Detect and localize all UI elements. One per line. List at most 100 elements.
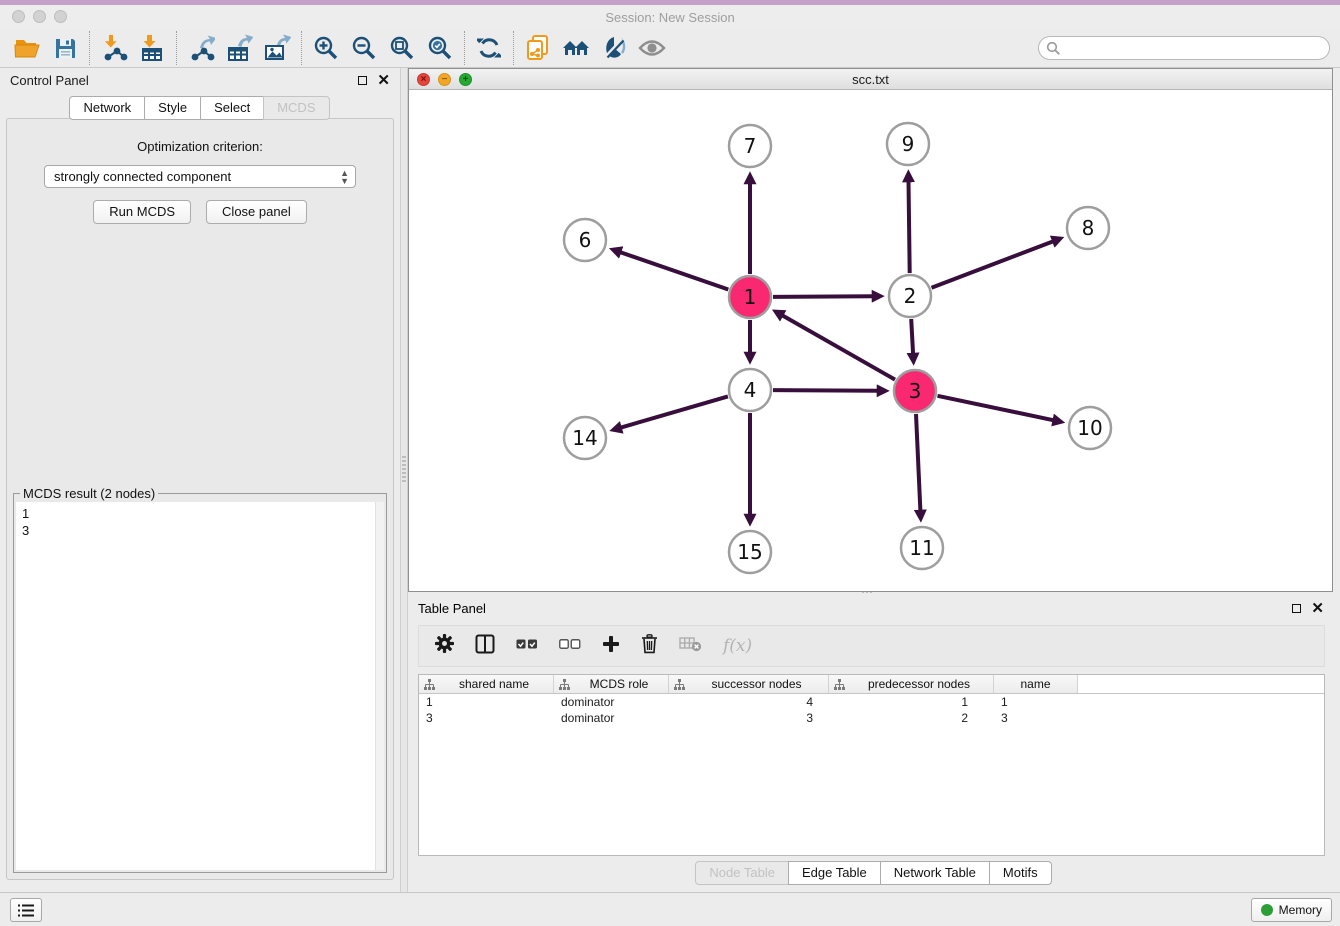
delete-column-icon[interactable] [679, 636, 702, 657]
graph-edge-4-3[interactable] [773, 390, 878, 391]
column-header-predecessor-nodes[interactable]: predecessor nodes [829, 675, 994, 693]
column-header-successor-nodes[interactable]: successor nodes [669, 675, 829, 693]
graph-edge-3-1[interactable] [782, 315, 895, 379]
eye-visibility-icon[interactable] [633, 31, 671, 65]
delete-trash-icon[interactable] [641, 634, 658, 659]
graph-edge-1-2[interactable] [773, 296, 873, 297]
graph-edge-1-6[interactable] [620, 252, 728, 289]
cell-name: 1 [994, 694, 1078, 710]
network-minimize-icon[interactable]: − [438, 73, 451, 86]
table-row[interactable]: 3 dominator 3 2 3 [419, 710, 1324, 726]
result-scrollbar[interactable] [375, 502, 384, 870]
splitter-grip[interactable] [402, 456, 406, 482]
run-mcds-button[interactable]: Run MCDS [93, 200, 191, 224]
table-toolbar: f(x) [418, 625, 1325, 667]
paint-details-icon[interactable] [595, 31, 633, 65]
control-panel-tabs: Network Style Select MCDS [0, 96, 400, 120]
mcds-result-fieldset: MCDS result (2 nodes) 1 3 [13, 493, 387, 873]
tab-mcds[interactable]: MCDS [263, 96, 329, 120]
graph-edge-3-10[interactable] [938, 396, 1054, 421]
tab-network-table[interactable]: Network Table [880, 861, 990, 885]
task-history-button[interactable] [10, 898, 42, 922]
graph-edge-2-8[interactable] [932, 241, 1054, 288]
maximize-window-button[interactable] [54, 10, 67, 23]
graph-node-label-9: 9 [902, 132, 915, 156]
graph-node-label-10: 10 [1077, 416, 1102, 440]
close-panel-icon[interactable]: ✕ [377, 73, 390, 88]
column-header-name[interactable]: name [994, 675, 1078, 693]
open-folder-icon[interactable] [8, 31, 46, 65]
function-builder-icon[interactable]: f(x) [723, 636, 752, 656]
mcds-result-box[interactable]: 1 3 [16, 502, 384, 870]
table-panel: Table Panel ✕ f(x) [408, 595, 1340, 892]
table-settings-gear-icon[interactable] [435, 634, 454, 658]
import-table-icon[interactable] [133, 31, 171, 65]
select-stepper-icon: ▲▼ [340, 169, 349, 185]
tab-node-table[interactable]: Node Table [695, 861, 789, 885]
refresh-icon[interactable] [470, 31, 508, 65]
control-panel-title: Control Panel [10, 73, 89, 88]
graph-edge-3-11[interactable] [916, 414, 920, 511]
network-view-window: × − + scc.txt 7968124314101511 [408, 68, 1333, 592]
tab-network[interactable]: Network [69, 96, 145, 120]
export-table-icon[interactable] [220, 31, 258, 65]
graph-edge-2-9[interactable] [909, 181, 910, 273]
save-icon[interactable] [46, 31, 84, 65]
tab-style[interactable]: Style [144, 96, 201, 120]
import-network-icon[interactable] [95, 31, 133, 65]
close-window-button[interactable] [12, 10, 25, 23]
table-row[interactable]: 1 dominator 4 1 1 [419, 694, 1324, 710]
tab-edge-table[interactable]: Edge Table [788, 861, 881, 885]
minimize-window-button[interactable] [33, 10, 46, 23]
add-column-icon[interactable] [602, 635, 620, 658]
select-all-checks-icon[interactable] [516, 637, 538, 655]
graph-node-label-11: 11 [909, 536, 934, 560]
columns-icon[interactable] [475, 634, 495, 659]
criterion-select[interactable]: strongly connected component ▲▼ [44, 165, 356, 188]
attribute-tree-icon [424, 679, 435, 690]
zoom-out-icon[interactable] [345, 31, 383, 65]
mcds-tab-content: Optimization criterion: strongly connect… [6, 118, 394, 880]
network-graph[interactable]: 7968124314101511 [409, 90, 1332, 591]
graph-edge-2-3[interactable] [911, 319, 913, 354]
graph-node-label-14: 14 [572, 426, 597, 450]
app-titlebar: Session: New Session [0, 5, 1340, 29]
criterion-selected-value: strongly connected component [54, 169, 231, 184]
tab-motifs[interactable]: Motifs [989, 861, 1052, 885]
zoom-in-icon[interactable] [307, 31, 345, 65]
network-maximize-icon[interactable]: + [459, 73, 472, 86]
zoom-selected-icon[interactable] [421, 31, 459, 65]
cell-predecessor-nodes: 1 [829, 694, 994, 710]
table-panel-title: Table Panel [418, 601, 486, 616]
export-image-icon[interactable] [258, 31, 296, 65]
network-close-icon[interactable]: × [417, 73, 430, 86]
network-window-titlebar[interactable]: × − + scc.txt [409, 69, 1332, 90]
network-canvas[interactable]: 7968124314101511 [409, 90, 1332, 591]
mcds-result-title: MCDS result (2 nodes) [20, 486, 158, 501]
table-header-row: shared name MCDS role successor nodes pr… [419, 675, 1324, 694]
vertical-splitter[interactable] [400, 68, 408, 892]
export-network-icon[interactable] [182, 31, 220, 65]
deselect-checks-icon[interactable] [559, 637, 581, 655]
cell-mcds-role: dominator [554, 710, 669, 726]
zoom-fit-icon[interactable] [383, 31, 421, 65]
home-neighborhood-icon[interactable] [557, 31, 595, 65]
toolbar-separator [513, 31, 514, 65]
close-panel-button[interactable]: Close panel [206, 200, 307, 224]
graph-node-label-15: 15 [737, 540, 762, 564]
memory-button[interactable]: Memory [1251, 898, 1332, 922]
column-header-shared-name[interactable]: shared name [419, 675, 554, 693]
app-traffic-lights [12, 10, 67, 23]
status-bar: Memory [0, 892, 1340, 926]
toolbar-separator [301, 31, 302, 65]
tab-select[interactable]: Select [200, 96, 264, 120]
search-input[interactable] [1038, 36, 1330, 60]
graph-edge-4-14[interactable] [621, 396, 728, 427]
copy-network-icon[interactable] [519, 31, 557, 65]
graph-node-label-1: 1 [744, 285, 757, 309]
close-table-panel-icon[interactable]: ✕ [1311, 601, 1324, 616]
float-panel-icon[interactable] [358, 76, 367, 85]
toolbar-separator [176, 31, 177, 65]
column-header-mcds-role[interactable]: MCDS role [554, 675, 669, 693]
float-table-panel-icon[interactable] [1292, 604, 1301, 613]
